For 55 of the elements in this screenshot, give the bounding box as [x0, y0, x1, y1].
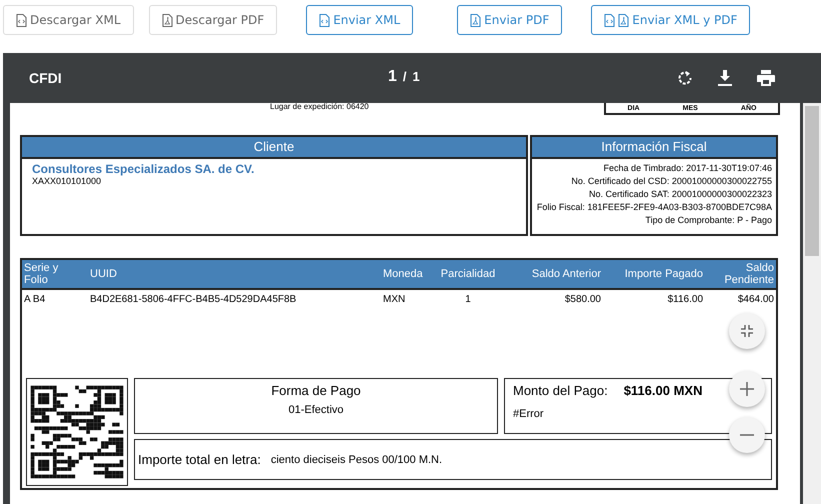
code-file-icon — [16, 14, 27, 26]
action-button[interactable]: Descargar XML — [3, 5, 134, 35]
page-total: 1 — [412, 69, 420, 84]
action-button[interactable]: Enviar PDF — [457, 5, 562, 35]
code-file-icon — [604, 14, 616, 26]
amount-note: #Error — [513, 408, 544, 420]
table-cell-text: 1 — [464, 294, 472, 305]
fiscal-line: Tipo de Comprobante: P - Pago — [644, 214, 773, 227]
panel-heading: Cliente — [22, 137, 526, 159]
minus-icon — [740, 434, 754, 436]
client-rfc: XAXX010101000 — [31, 176, 102, 186]
amount-words-label: Importe total en letra: — [138, 452, 261, 467]
column-header: UUID — [89, 268, 118, 280]
table-cell-text: MXN — [382, 294, 406, 305]
payment-method-label: Forma de Pago — [271, 383, 361, 398]
document-title: CFDI — [29, 70, 62, 86]
page-number: 1 — [388, 68, 397, 86]
fiscal-line: Fecha de Timbrado: 2017-11-30T19:07:46 — [602, 162, 773, 175]
collapse-icon — [741, 325, 753, 337]
fiscal-line: Folio Fiscal: 181FEE5F-2FE9-4A03-B303-8700BDE7C98A — [536, 201, 773, 214]
action-button[interactable]: Enviar XML — [306, 5, 414, 35]
column-header: Saldo Pendiente — [723, 262, 775, 286]
fit-page-button[interactable] — [729, 313, 765, 349]
fiscal-line: No. Certificado del CSD: 20001000000300022755 — [570, 175, 773, 188]
column-header: Saldo Anterior — [530, 268, 602, 280]
action-button[interactable]: Enviar XML y PDF — [591, 5, 750, 35]
pdf-file-icon — [618, 14, 630, 26]
plus-icon — [740, 382, 754, 396]
print-button[interactable] — [757, 70, 775, 86]
payment-method-value: 01-Efectivo — [288, 404, 344, 416]
table-cell-text: $464.00 — [736, 294, 775, 305]
table-cell-text: A B4 — [23, 294, 46, 305]
table-cell-text: $580.00 — [564, 294, 602, 305]
zoom-in-button[interactable] — [729, 371, 765, 407]
amount-label: Monto del Pago: — [513, 383, 608, 398]
pdf-file-icon — [162, 14, 173, 26]
table-cell-text: B4D2E681-5806-4FFC-B4B5-4D529DA45F8B — [89, 294, 298, 305]
place-text: Lugar de expedición: 06420 — [270, 103, 369, 113]
client-name: Consultores Especializados SA. de CV. — [31, 161, 256, 176]
column-header: Importe Pagado — [624, 268, 704, 280]
action-button[interactable]: Descargar PDF — [148, 5, 278, 35]
page-separator: / — [402, 69, 407, 84]
fiscal-line: No. Certificado SAT: 20001000000300022323 — [588, 188, 773, 201]
download-button[interactable] — [718, 70, 732, 86]
scrollbar[interactable] — [800, 103, 821, 504]
code-file-icon — [319, 14, 330, 26]
panel-heading: Información Fiscal — [532, 137, 776, 159]
column-header: Parcialidad — [440, 268, 496, 280]
rotate-button[interactable] — [677, 70, 693, 86]
amount-words-value: ciento dieciseis Pesos 00/100 M.N. — [270, 454, 442, 466]
column-header: Serie y Folio — [23, 262, 60, 286]
column-header: Moneda — [382, 268, 424, 280]
amount-value: $116.00 MXN — [624, 383, 702, 398]
table-cell-text: $116.00 — [666, 294, 704, 305]
pdf-file-icon — [470, 14, 482, 26]
